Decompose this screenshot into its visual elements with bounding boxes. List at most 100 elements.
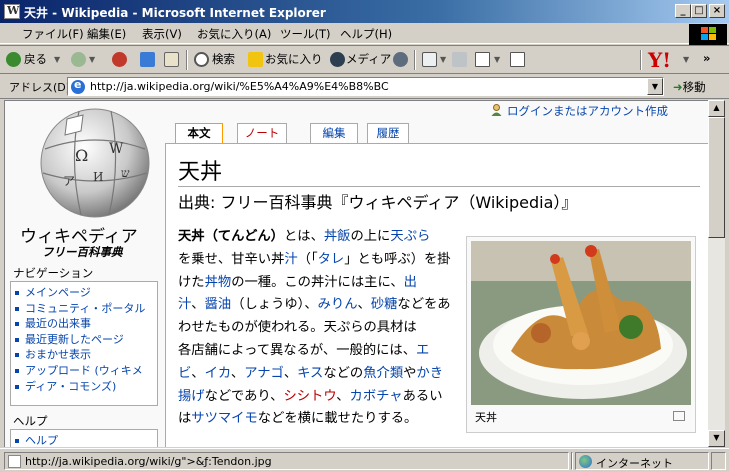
address-dropdown-icon[interactable]: ▼ bbox=[647, 78, 663, 95]
enlarge-icon[interactable] bbox=[673, 411, 685, 421]
article-link[interactable]: 汁 bbox=[178, 297, 191, 312]
standard-toolbar: 戻る ▼ ▼ 検索 お気に入り メディア ▼ ▼ Y! ▼ » bbox=[0, 45, 729, 74]
help-portlet: ヘルプ bbox=[10, 429, 158, 447]
menu-help[interactable]: ヘルプ(H) bbox=[340, 26, 392, 42]
nav-recent-changes[interactable]: 最近更新したページ bbox=[15, 332, 153, 348]
paragraph-line: 天丼（てんどん）とは、丼飯の上に天ぷら bbox=[178, 226, 466, 249]
discuss-icon[interactable] bbox=[510, 52, 525, 67]
article-link[interactable]: 出 bbox=[404, 275, 417, 290]
article-text: 各店舗によって異なるが、一般的には、 bbox=[178, 342, 417, 358]
article-link[interactable]: エ bbox=[416, 343, 429, 358]
article-text: （しょうゆ）、 bbox=[231, 297, 318, 313]
nav-community-portal[interactable]: コミュニティ・ポータル bbox=[15, 301, 153, 317]
yahoo-dropdown-icon[interactable]: ▼ bbox=[683, 55, 689, 64]
menu-edit[interactable]: 編集(E) bbox=[87, 26, 126, 42]
go-button[interactable]: ➜移動 bbox=[673, 79, 706, 95]
tab-article[interactable]: 本文 bbox=[175, 123, 223, 144]
stop-icon[interactable] bbox=[112, 52, 127, 67]
svg-text:ア: ア bbox=[63, 174, 75, 188]
article-link[interactable]: みりん bbox=[318, 297, 358, 312]
help-heading: ヘルプ bbox=[13, 414, 48, 428]
tendon-photo[interactable] bbox=[471, 241, 691, 405]
scroll-up-icon[interactable]: ▲ bbox=[708, 100, 725, 117]
article-link[interactable]: 丼 bbox=[324, 229, 337, 244]
search-icon[interactable] bbox=[194, 52, 209, 67]
maximize-button[interactable]: □ bbox=[691, 4, 707, 18]
vertical-scrollbar[interactable]: ▲ ▼ bbox=[708, 100, 725, 447]
article-link[interactable]: かき bbox=[416, 366, 443, 381]
article-link[interactable]: 揚げ bbox=[178, 389, 205, 404]
scroll-thumb[interactable] bbox=[708, 117, 725, 238]
menu-favorites[interactable]: お気に入り(A) bbox=[197, 26, 271, 42]
security-zone-panel: インターネット bbox=[575, 452, 709, 470]
nav-upload-cont[interactable]: ディア・コモンズ) bbox=[15, 379, 153, 395]
tab-talk[interactable]: ノート bbox=[237, 123, 287, 144]
article-link[interactable]: キス bbox=[297, 366, 323, 381]
forward-arrow-icon[interactable] bbox=[71, 52, 86, 67]
minimize-button[interactable]: _ bbox=[675, 4, 691, 18]
nav-random-page[interactable]: おまかせ表示 bbox=[15, 347, 153, 363]
article-text: や bbox=[403, 365, 417, 381]
back-arrow-icon[interactable] bbox=[6, 52, 21, 67]
article-link[interactable]: ビ bbox=[178, 366, 191, 381]
article-link[interactable]: イカ bbox=[205, 366, 231, 381]
article-link[interactable]: カボチャ bbox=[350, 389, 403, 404]
article-link[interactable]: 醤油 bbox=[205, 297, 232, 312]
go-label: 移動 bbox=[682, 80, 706, 94]
edit-icon[interactable] bbox=[475, 52, 490, 67]
tab-history[interactable]: 履歴 bbox=[367, 123, 409, 144]
menu-tools[interactable]: ツール(T) bbox=[280, 26, 331, 42]
paragraph-line: 揚げなどであり、シシトウ、カボチャあるい bbox=[178, 386, 466, 409]
article-link[interactable]: シシトウ bbox=[283, 389, 336, 404]
favorites-button[interactable]: お気に入り bbox=[265, 51, 323, 67]
status-bar: http://ja.wikipedia.org/wiki/g">&ƒ:Tendo… bbox=[0, 448, 729, 472]
resize-grip-icon[interactable] bbox=[711, 452, 726, 470]
forward-dropdown-icon[interactable]: ▼ bbox=[89, 55, 95, 64]
yahoo-toolbar-icon[interactable]: Y! bbox=[648, 48, 671, 72]
menu-file[interactable]: ファイル(F) bbox=[22, 26, 84, 42]
wikipedia-page-icon bbox=[4, 4, 20, 19]
history-icon[interactable] bbox=[393, 52, 408, 67]
search-button[interactable]: 検索 bbox=[212, 51, 235, 67]
address-url[interactable]: http://ja.wikipedia.org/wiki/%E5%A4%A9%E… bbox=[90, 80, 389, 93]
article-term: 天丼（てんどん） bbox=[178, 229, 284, 244]
media-icon[interactable] bbox=[330, 52, 345, 67]
mail-dropdown-icon[interactable]: ▼ bbox=[440, 55, 446, 64]
back-dropdown-icon[interactable]: ▼ bbox=[54, 55, 60, 64]
login-link[interactable]: ログインまたはアカウント作成 bbox=[491, 103, 668, 119]
favorites-icon[interactable] bbox=[248, 52, 263, 67]
nav-upload[interactable]: アップロード (ウィキメ bbox=[15, 363, 153, 379]
nav-current-events[interactable]: 最近の出来事 bbox=[15, 316, 153, 332]
menu-view[interactable]: 表示(V) bbox=[142, 26, 182, 42]
home-icon[interactable] bbox=[164, 52, 179, 67]
article-link[interactable]: アナゴ bbox=[244, 366, 284, 381]
nav-main-page[interactable]: メインページ bbox=[15, 285, 153, 301]
print-icon[interactable] bbox=[452, 52, 467, 67]
article-link[interactable]: タレ bbox=[318, 252, 345, 267]
media-button[interactable]: メディア bbox=[346, 51, 391, 67]
article-link[interactable]: 飯 bbox=[337, 229, 350, 244]
close-button[interactable]: × bbox=[709, 4, 725, 18]
article-text: 」とも呼ぶ）を掛 bbox=[344, 251, 451, 267]
article-link[interactable]: サツマイモ bbox=[191, 411, 257, 426]
tab-edit[interactable]: 編集 bbox=[310, 123, 358, 144]
article-link[interactable]: 砂糖 bbox=[371, 297, 398, 312]
article-link[interactable]: 丼物 bbox=[205, 275, 232, 290]
status-text-panel: http://ja.wikipedia.org/wiki/g">&ƒ:Tendo… bbox=[4, 452, 569, 470]
article-link[interactable]: 天ぷら bbox=[390, 229, 430, 244]
back-button[interactable]: 戻る bbox=[24, 51, 47, 67]
refresh-icon[interactable] bbox=[140, 52, 155, 67]
article-link[interactable]: 魚介類 bbox=[363, 366, 403, 381]
article-link[interactable]: 汁 bbox=[284, 252, 297, 267]
toolbar-more-button[interactable]: » bbox=[703, 51, 710, 65]
mail-icon[interactable] bbox=[422, 52, 437, 67]
article-text: 、 bbox=[191, 297, 205, 313]
scroll-down-icon[interactable]: ▼ bbox=[708, 430, 725, 447]
tendon-image-thumb: 天丼 bbox=[466, 236, 696, 433]
help-link[interactable]: ヘルプ bbox=[15, 433, 153, 447]
address-input[interactable]: http://ja.wikipedia.org/wiki/%E5%A4%A9%E… bbox=[67, 77, 664, 96]
svg-text:Ω: Ω bbox=[75, 146, 88, 165]
edit-dropdown-icon[interactable]: ▼ bbox=[494, 55, 500, 64]
user-icon bbox=[491, 104, 502, 116]
article-text: わせたものが使われる。天ぷらの具材は bbox=[178, 320, 417, 336]
